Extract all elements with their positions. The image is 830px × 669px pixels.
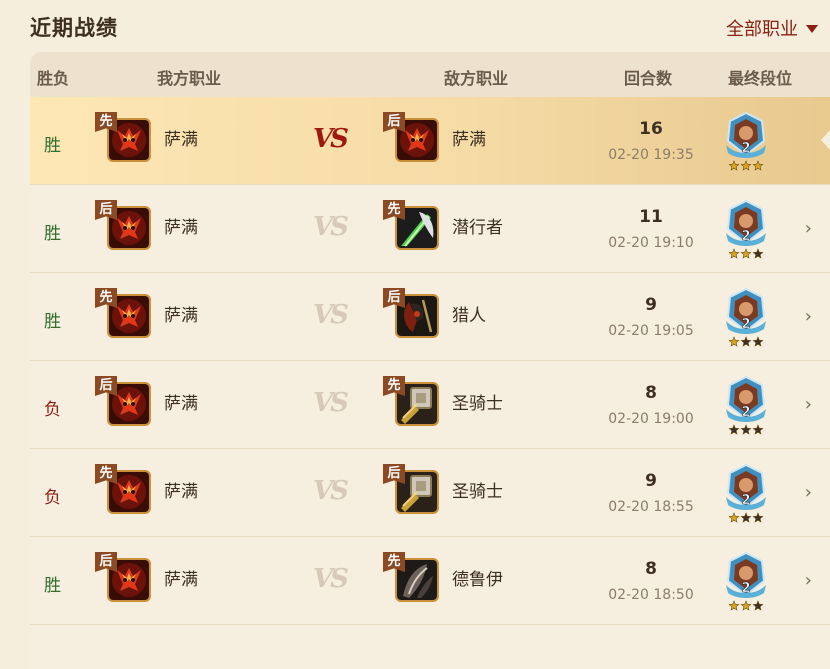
round-count: 16	[639, 119, 663, 139]
match-time: 02-20 18:50	[608, 587, 694, 603]
rank-badge-icon: 2	[724, 199, 768, 261]
header-my-class: 我方职业	[157, 69, 222, 88]
recent-matches-page: 近期战绩 全部职业 胜负 我方职业 敌方职业 回合数 最终段位 胜 先 萨满 V…	[0, 0, 830, 669]
my-class-name: 萨满	[164, 394, 198, 414]
enemy-class-name: 萨满	[452, 130, 486, 150]
enemy-order-badge: 先	[383, 376, 405, 396]
match-time: 02-20 18:55	[608, 499, 694, 515]
my-order-badge: 先	[95, 112, 117, 132]
header-rounds: 回合数	[624, 69, 673, 88]
enemy-order-badge: 先	[383, 552, 405, 572]
my-class-name: 萨满	[164, 306, 198, 326]
rank-badge-icon: 2	[724, 111, 768, 173]
header-final-rank: 最终段位	[728, 69, 793, 88]
svg-text:2: 2	[741, 405, 750, 420]
match-time: 02-20 19:35	[608, 147, 694, 163]
page-title: 近期战绩	[30, 16, 118, 40]
match-time: 02-20 19:10	[608, 235, 694, 251]
match-history-table: 胜负 我方职业 敌方职业 回合数 最终段位 胜 先 萨满 VS 后 萨满 16 …	[30, 52, 830, 669]
table-body: 胜 先 萨满 VS 后 萨满 16 02-20 19:35 2 胜 后 萨满 V…	[30, 97, 830, 625]
my-class-name: 萨满	[164, 130, 198, 150]
vs-icon: VS	[313, 388, 349, 418]
match-time: 02-20 19:00	[608, 411, 694, 427]
my-order-badge: 先	[95, 464, 117, 484]
vs-icon: VS	[313, 124, 349, 154]
chevron-right-icon[interactable]: ›	[805, 482, 812, 503]
chevron-right-icon[interactable]: ›	[805, 306, 812, 327]
class-filter-label: 全部职业	[726, 19, 798, 40]
svg-text:2: 2	[741, 493, 750, 508]
svg-text:2: 2	[741, 141, 750, 156]
match-result: 胜	[44, 312, 61, 332]
match-time: 02-20 19:05	[608, 323, 694, 339]
enemy-order-badge: 后	[383, 112, 405, 132]
round-count: 8	[645, 559, 657, 579]
enemy-class-name: 猎人	[452, 306, 486, 326]
rank-badge-icon: 2	[724, 287, 768, 349]
header-result: 胜负	[37, 69, 70, 88]
match-result: 负	[44, 488, 61, 508]
class-filter-dropdown[interactable]: 全部职业	[726, 15, 818, 41]
match-result: 胜	[44, 224, 61, 244]
table-row[interactable]: 负 先 萨满 VS 后 圣骑士 9 02-20 18:55 2 ›	[30, 449, 830, 537]
enemy-order-badge: 先	[383, 200, 405, 220]
vs-icon: VS	[313, 300, 349, 330]
round-count: 8	[645, 383, 657, 403]
enemy-order-badge: 后	[383, 464, 405, 484]
caret-down-icon	[806, 25, 818, 33]
my-class-name: 萨满	[164, 482, 198, 502]
round-count: 9	[645, 471, 657, 491]
vs-icon: VS	[313, 564, 349, 594]
enemy-class-name: 德鲁伊	[452, 570, 503, 590]
my-class-name: 萨满	[164, 218, 198, 238]
round-count: 11	[639, 207, 663, 227]
my-class-name: 萨满	[164, 570, 198, 590]
table-row[interactable]: 胜 先 萨满 VS 后 萨满 16 02-20 19:35 2	[30, 97, 830, 185]
enemy-class-name: 潜行者	[452, 218, 503, 238]
vs-icon: VS	[313, 212, 349, 242]
enemy-class-name: 圣骑士	[452, 394, 503, 414]
rank-badge-icon: 2	[724, 375, 768, 437]
header-enemy-class: 敌方职业	[444, 69, 509, 88]
svg-text:2: 2	[741, 229, 750, 244]
round-count: 9	[645, 295, 657, 315]
rank-badge-icon: 2	[724, 463, 768, 525]
table-row[interactable]: 胜 先 萨满 VS 后 猎人 9 02-20 19:05 2 ›	[30, 273, 830, 361]
match-result: 负	[44, 400, 61, 420]
rank-badge-icon: 2	[724, 551, 768, 613]
match-result: 胜	[44, 136, 61, 156]
chevron-right-icon[interactable]: ›	[805, 570, 812, 591]
chevron-right-icon[interactable]: ›	[805, 394, 812, 415]
vs-icon: VS	[313, 476, 349, 506]
enemy-order-badge: 后	[383, 288, 405, 308]
table-row[interactable]: 负 后 萨满 VS 先 圣骑士 8 02-20 19:00 2 ›	[30, 361, 830, 449]
my-order-badge: 先	[95, 288, 117, 308]
svg-text:2: 2	[741, 581, 750, 596]
table-row[interactable]: 胜 后 萨满 VS 先 潜行者 11 02-20 19:10 2 ›	[30, 185, 830, 273]
table-row[interactable]: 胜 后 萨满 VS 先 德鲁伊 8 02-20 18:50 2 ›	[30, 537, 830, 625]
chevron-right-icon[interactable]: ›	[805, 218, 812, 239]
svg-text:2: 2	[741, 317, 750, 332]
table-header: 胜负 我方职业 敌方职业 回合数 最终段位	[30, 52, 830, 97]
my-order-badge: 后	[95, 200, 117, 220]
my-order-badge: 后	[95, 376, 117, 396]
enemy-class-name: 圣骑士	[452, 482, 503, 502]
match-result: 胜	[44, 576, 61, 596]
my-order-badge: 后	[95, 552, 117, 572]
